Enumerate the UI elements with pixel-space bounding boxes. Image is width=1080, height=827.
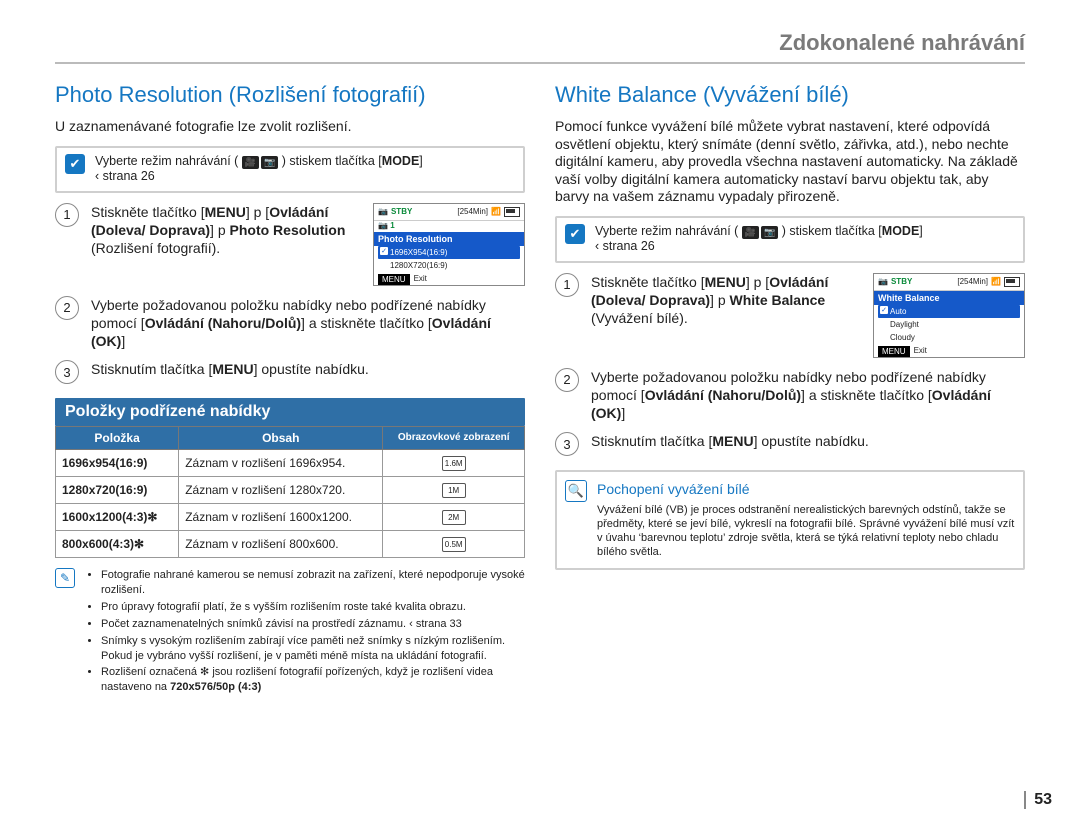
list-item: Pro úpravy fotografií platí, že s vyšším… [101, 600, 525, 615]
info-box-wb: 🔍 Pochopení vyvážení bílé Vyvážení bílé … [555, 470, 1025, 569]
table-row: 1696x954(16:9)Záznam v rozlišení 1696x95… [56, 450, 525, 477]
list-item: Rozlišení označená ✻ jsou rozlišení foto… [101, 665, 525, 695]
screenshot-selected: Auto [878, 305, 1020, 318]
left-heading: Photo Resolution (Rozlišení fotografií) [55, 82, 525, 108]
hint-text: Vyberte režim nahrávání ( 🎥📷 ) stiskem t… [595, 224, 923, 255]
right-column: White Balance (Vyvážení bílé) Pomocí fun… [555, 78, 1025, 697]
check-icon: ✔ [65, 154, 85, 174]
step-number: 2 [555, 368, 579, 392]
check-icon: ✔ [565, 224, 585, 244]
camera-mode-icons: 🎥📷 [242, 156, 278, 169]
camera-mode-icons: 🎥📷 [742, 226, 778, 239]
step-1: 1 Stiskněte tlačítko [MENU] p [Ovládání … [555, 273, 1025, 358]
resolution-table: Položka Obsah Obrazovkové zobrazení 1696… [55, 426, 525, 558]
screenshot-photo-resolution: 📷 STBY [254Min] 📶 📷 1 Photo Resolution 1… [373, 203, 525, 286]
notes-list: Fotografie nahrané kamerou se nemusí zob… [85, 568, 525, 695]
left-column: Photo Resolution (Rozlišení fotografií) … [55, 78, 525, 697]
info-body: Vyvážení bílé (VB) je proces odstranění … [597, 503, 1015, 560]
res-icon: 0.5M [442, 537, 466, 552]
res-icon: 2M [442, 510, 466, 525]
left-lead: U zaznamenávané fotografie lze zvolit ro… [55, 118, 525, 136]
res-icon: 1.6M [442, 456, 466, 471]
magnifier-icon: 🔍 [565, 480, 587, 502]
step-3: 3 Stisknutím tlačítka [MENU] opustíte na… [555, 432, 1025, 456]
table-row: 1600x1200(4:3)✻Záznam v rozlišení 1600x1… [56, 504, 525, 531]
screenshot-title: Photo Resolution [374, 232, 524, 246]
th-item: Položka [56, 427, 179, 450]
step-number: 3 [55, 360, 79, 384]
list-item: Snímky s vysokým rozlišením zabírají víc… [101, 634, 525, 664]
list-item: Fotografie nahrané kamerou se nemusí zob… [101, 568, 525, 598]
right-lead: Pomocí funkce vyvážení bílé můžete vybra… [555, 118, 1025, 206]
hint-box-right: ✔ Vyberte režim nahrávání ( 🎥📷 ) stiskem… [555, 216, 1025, 263]
step-number: 2 [55, 296, 79, 320]
step-3: 3 Stisknutím tlačítka [MENU] opustíte na… [55, 360, 525, 384]
screenshot-title: White Balance [874, 291, 1024, 305]
list-item: Počet zaznamenatelných snímků závisí na … [101, 617, 525, 632]
step-number: 3 [555, 432, 579, 456]
page-number: 53 [1024, 791, 1052, 809]
th-content: Obsah [179, 427, 383, 450]
screenshot-option: 1280X720(16:9) [378, 259, 520, 272]
hint-box-left: ✔ Vyberte režim nahrávání ( 🎥📷 ) stiskem… [55, 146, 525, 193]
info-title: Pochopení vyvážení bílé [597, 480, 1015, 498]
screenshot-option: Daylight [878, 318, 1020, 331]
screenshot-option: Cloudy [878, 331, 1020, 344]
notes-box: ✎ Fotografie nahrané kamerou se nemusí z… [55, 568, 525, 697]
res-icon: 1M [442, 483, 466, 498]
table-row: 800x600(4:3)✻Záznam v rozlišení 800x600.… [56, 531, 525, 558]
hint-text: Vyberte režim nahrávání ( 🎥📷 ) stiskem t… [95, 154, 423, 185]
screenshot-white-balance: 📷 STBY [254Min] 📶 White Balance Auto Day… [873, 273, 1025, 358]
step-number: 1 [55, 203, 79, 227]
table-row: 1280x720(16:9)Záznam v rozlišení 1280x72… [56, 477, 525, 504]
header-title: Zdokonalené nahrávání [779, 30, 1025, 55]
page-header: Zdokonalené nahrávání [55, 30, 1025, 64]
note-icon: ✎ [55, 568, 75, 588]
th-display: Obrazovkové zobrazení [383, 427, 525, 450]
screenshot-selected: 1696X954(16:9) [378, 246, 520, 259]
step-1: 1 Stiskněte tlačítko [MENU] p [Ovládání … [55, 203, 525, 286]
submenu-banner: Položky podřízené nabídky [55, 398, 525, 426]
step-2: 2 Vyberte požadovanou položku nabídky ne… [55, 296, 525, 351]
step-2: 2 Vyberte požadovanou položku nabídky ne… [555, 368, 1025, 423]
step-number: 1 [555, 273, 579, 297]
right-heading: White Balance (Vyvážení bílé) [555, 82, 1025, 108]
